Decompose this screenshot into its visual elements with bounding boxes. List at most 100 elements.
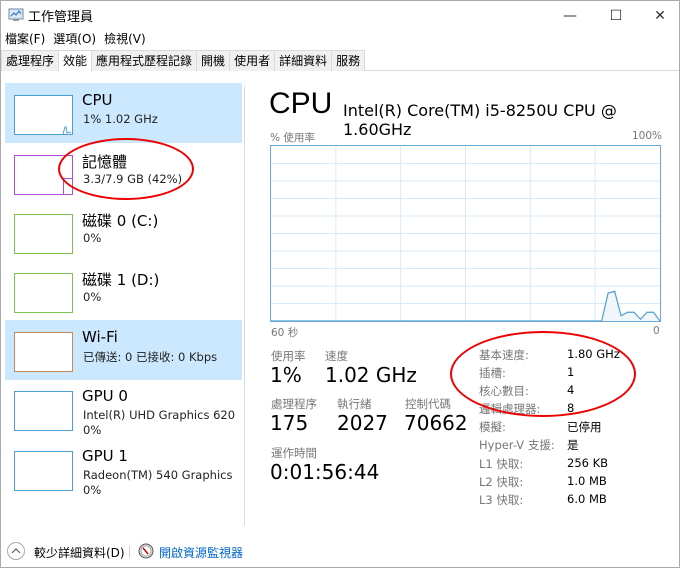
base-speed-label: 基本速度: [479, 348, 529, 362]
menu-options[interactable]: 選項(O) [49, 30, 100, 50]
sidebar-divider[interactable] [244, 86, 245, 526]
wifi-title: Wi-Fi [82, 328, 118, 346]
logical-processors-label: 邏輯處理器: [479, 402, 541, 416]
utilization-label: 使用率 [271, 349, 306, 363]
uptime-value: 0:01:56:44 [270, 460, 380, 484]
l3-cache-label: L3 快取: [479, 493, 524, 507]
cpu-usage-graph [270, 145, 661, 322]
l1-cache-value: 256 KB [567, 456, 609, 470]
cpu-title: CPU [82, 91, 113, 109]
hyper-v-support-label: Hyper-V 支援: [479, 438, 555, 452]
maximize-icon: ☐ [609, 7, 623, 24]
disk-1-title: 磁碟 1 (D:) [82, 271, 160, 289]
utilization-value: 1% [270, 363, 302, 387]
tab-details[interactable]: 詳細資料 [274, 50, 333, 71]
resource-title: CPU [269, 87, 333, 120]
l2-cache-value: 1.0 MB [567, 474, 607, 488]
tab-bar: 處理程序 效能 應用程式歷程記錄 開機 使用者 詳細資料 服務 [1, 50, 679, 72]
fewer-details-link[interactable]: 較少詳細資料(D) [34, 544, 125, 561]
graph-x-min: 60 秒 [271, 327, 299, 339]
disk-1-summary: 0% [83, 290, 102, 304]
memory-title: 記憶體 [82, 153, 128, 171]
tab-users[interactable]: 使用者 [229, 50, 276, 71]
logical-processors-value: 8 [567, 401, 575, 415]
wifi-thumbnail-graph [14, 332, 73, 372]
sockets-label: 插槽: [479, 366, 506, 380]
gpu-1-thumbnail-graph [14, 451, 73, 491]
tab-services[interactable]: 服務 [331, 50, 366, 71]
uptime-label: 運作時間 [271, 446, 317, 460]
cpu-thumbnail-graph [14, 95, 73, 135]
gpu-1-title: GPU 1 [82, 447, 128, 465]
speed-label: 速度 [325, 349, 348, 363]
sidebar-item-memory[interactable]: 記憶體 3.3/7.9 GB (42%) [5, 143, 242, 203]
cpu-model: Intel(R) Core(TM) i5-8250U CPU @ 1.60GHz [343, 101, 617, 139]
window-title: 工作管理員 [28, 10, 94, 25]
close-button[interactable]: ✕ [637, 1, 680, 30]
l1-cache-label: L1 快取: [479, 457, 524, 471]
chevron-up-icon [11, 548, 21, 554]
tab-startup[interactable]: 開機 [196, 50, 231, 71]
tab-performance[interactable]: 效能 [58, 50, 93, 72]
resource-monitor-icon [138, 543, 154, 559]
menu-file[interactable]: 檔案(F) [1, 30, 49, 50]
minimize-icon: — [563, 7, 577, 24]
sidebar-item-wifi[interactable]: Wi-Fi 已傳送: 0 已接收: 0 Kbps [5, 320, 242, 380]
maximize-button[interactable]: ☐ [593, 1, 639, 30]
cpu-summary: 1% 1.02 GHz [83, 112, 158, 126]
menu-bar: 檔案(F) 選項(O) 檢視(V) [1, 30, 679, 50]
virtualization-value: 已停用 [567, 420, 602, 434]
task-manager-icon [8, 8, 24, 21]
disk-0-title: 磁碟 0 (C:) [82, 212, 159, 230]
memory-summary: 3.3/7.9 GB (42%) [83, 172, 183, 186]
sidebar-item-disk-0[interactable]: 磁碟 0 (C:) 0% [5, 202, 242, 262]
threads-value: 2027 [337, 411, 388, 435]
handles-label: 控制代碼 [405, 397, 451, 411]
processes-value: 175 [270, 411, 309, 435]
speed-value: 1.02 GHz [325, 363, 417, 387]
minimize-button[interactable]: — [547, 1, 593, 30]
open-resource-monitor-link[interactable]: 開啟資源監視器 [159, 544, 243, 561]
gpu-0-title: GPU 0 [82, 387, 128, 405]
graph-x-max: 0 [653, 325, 660, 337]
memory-thumbnail-graph [14, 155, 73, 195]
disk-0-summary: 0% [83, 231, 102, 245]
tab-processes[interactable]: 處理程序 [1, 50, 60, 71]
base-speed-value: 1.80 GHz [567, 347, 620, 361]
cores-value: 4 [567, 383, 575, 397]
task-manager-window: 工作管理員 — ☐ ✕ 檔案(F) 選項(O) 檢視(V) 處理程序 效能 應用… [0, 0, 680, 568]
sockets-value: 1 [567, 365, 575, 379]
threads-label: 執行緒 [337, 397, 372, 411]
cpu-mini-line [62, 126, 72, 134]
l3-cache-value: 6.0 MB [567, 492, 607, 506]
gpu-0-usage: 0% [83, 423, 102, 437]
sidebar-item-gpu-1[interactable]: GPU 1 Radeon(TM) 540 Graphics 0% [5, 439, 242, 499]
disk-1-thumbnail-graph [14, 273, 73, 313]
gpu-0-summary: Intel(R) UHD Graphics 620 [83, 408, 236, 422]
gpu-1-summary: Radeon(TM) 540 Graphics [83, 468, 233, 482]
graph-y-label: % 使用率 [270, 132, 315, 144]
fewer-details-button[interactable] [7, 542, 25, 560]
hyper-v-support-value: 是 [567, 438, 579, 452]
virtualization-label: 模擬: [479, 420, 506, 434]
l2-cache-label: L2 快取: [479, 475, 524, 489]
close-icon: ✕ [654, 7, 666, 24]
sidebar-item-cpu[interactable]: CPU 1% 1.02 GHz [5, 83, 242, 143]
menu-view[interactable]: 檢視(V) [100, 30, 150, 50]
wifi-summary: 已傳送: 0 已接收: 0 Kbps [83, 350, 218, 364]
cores-label: 核心數目: [479, 384, 529, 398]
handles-value: 70662 [404, 411, 468, 435]
graph-y-max: 100% [632, 130, 663, 142]
annotation-details-ellipse [450, 331, 636, 417]
tab-app-history[interactable]: 應用程式歷程記錄 [91, 50, 198, 71]
footer-divider [129, 546, 130, 558]
gpu-0-thumbnail-graph [14, 391, 73, 431]
title-bar: 工作管理員 — ☐ ✕ [1, 1, 679, 30]
footer: 較少詳細資料(D) 開啟資源監視器 [1, 536, 679, 568]
gpu-1-usage: 0% [83, 483, 102, 497]
sidebar-item-gpu-0[interactable]: GPU 0 Intel(R) UHD Graphics 620 0% [5, 379, 242, 439]
sidebar-item-disk-1[interactable]: 磁碟 1 (D:) 0% [5, 261, 242, 321]
memory-composition-block [63, 178, 72, 194]
processes-label: 處理程序 [271, 397, 317, 411]
disk-0-thumbnail-graph [14, 214, 73, 254]
